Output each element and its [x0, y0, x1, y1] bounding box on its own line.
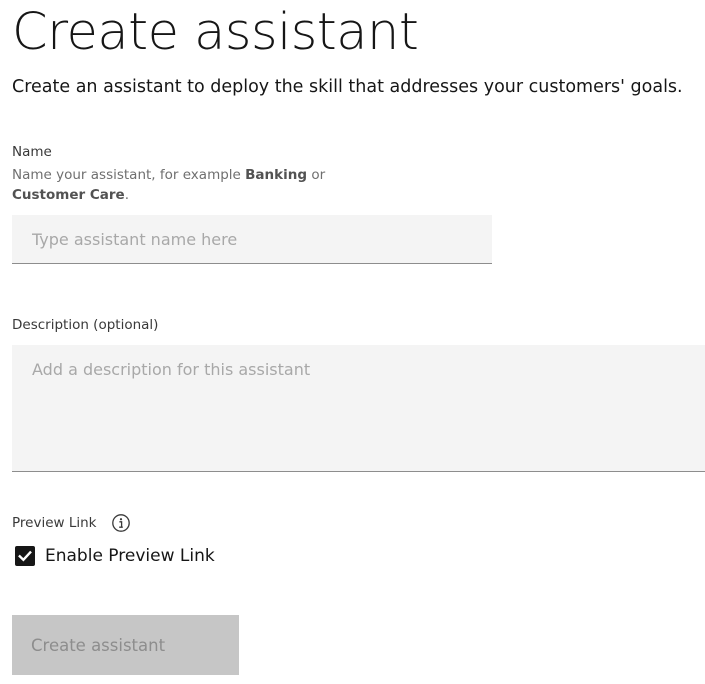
enable-preview-link-checkbox[interactable]: [15, 546, 35, 566]
assistant-name-input[interactable]: [12, 215, 492, 264]
enable-preview-link-label[interactable]: Enable Preview Link: [45, 545, 215, 567]
helper-example-customer-care: Customer Care: [12, 187, 125, 203]
name-helper-text: Name your assistant, for example Banking…: [12, 165, 352, 205]
description-textarea[interactable]: [12, 345, 705, 472]
page-subtitle: Create an assistant to deploy the skill …: [12, 77, 683, 97]
create-assistant-button[interactable]: Create assistant: [12, 615, 239, 675]
helper-prefix: Name your assistant, for example: [12, 167, 246, 183]
description-label: Description (optional): [12, 317, 159, 333]
preview-link-label: Preview Link: [12, 515, 97, 531]
helper-suffix: .: [124, 187, 129, 203]
helper-joiner: or: [307, 167, 326, 183]
info-circle-icon[interactable]: [111, 513, 131, 533]
helper-example-banking: Banking: [245, 167, 308, 183]
name-label: Name: [12, 144, 52, 160]
page-title: Create assistant: [12, 3, 419, 62]
checkmark-icon: [18, 550, 32, 562]
